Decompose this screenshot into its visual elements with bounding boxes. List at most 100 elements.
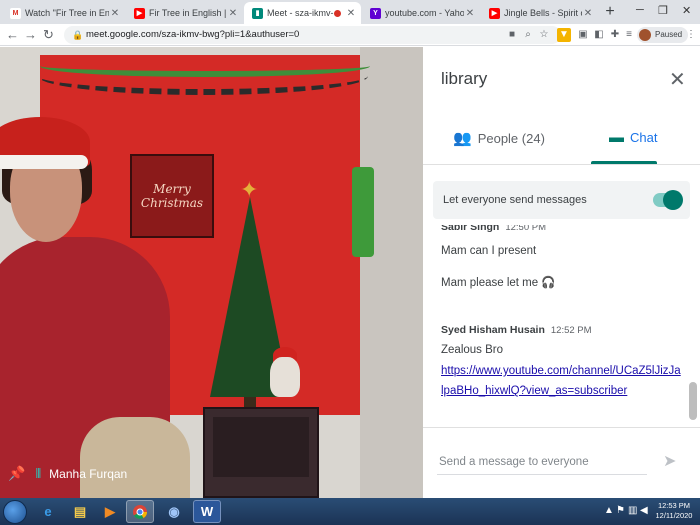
network-icon[interactable]: ▥ xyxy=(628,505,637,516)
close-tab-icon[interactable]: ✕ xyxy=(109,8,121,19)
camera-icon[interactable]: ■ xyxy=(505,28,519,42)
participant-video: Merry Christmas ✦ 📌 ⦀ Manha Furqan xyxy=(0,47,423,498)
message-text: Mam please let me 🎧 xyxy=(441,277,556,289)
close-tab-icon[interactable]: ✕ xyxy=(582,8,594,19)
close-tab-icon[interactable]: ✕ xyxy=(227,8,239,19)
tab-chat-label: Chat xyxy=(630,130,658,145)
message-sender: Sabir Singh 12:50 PM xyxy=(441,225,546,233)
youtube-icon: ▶ xyxy=(134,7,145,19)
toggle-knob xyxy=(663,190,683,210)
volume-icon[interactable]: ◀ xyxy=(640,505,648,516)
video-background xyxy=(352,167,374,257)
divider xyxy=(423,427,700,428)
video-background xyxy=(360,47,423,498)
minimize-icon[interactable]: ─ xyxy=(636,4,644,16)
tab-people[interactable]: 👥 People (24) xyxy=(453,129,545,147)
side-panel: library ✕ 👥 People (24) ▬ Chat Let every… xyxy=(423,47,700,498)
close-tab-icon[interactable]: ✕ xyxy=(464,8,476,19)
participant-name-tag: 📌 ⦀ Manha Furqan xyxy=(8,465,127,482)
address-bar[interactable]: 🔒 meet.google.com/sza-ikmv-bwg?pli=1&aut… xyxy=(64,26,561,44)
participant-person xyxy=(80,417,190,498)
divider xyxy=(423,164,700,165)
start-button[interactable] xyxy=(3,500,27,524)
meet-icon: ▮ xyxy=(252,7,263,19)
message-text: Mam can I present xyxy=(441,245,537,257)
panel-title: library xyxy=(441,69,488,88)
search-icon[interactable]: ⌕ xyxy=(521,28,535,42)
yahoo-icon: Y xyxy=(370,7,381,19)
send-icon[interactable]: ➤ xyxy=(663,451,676,471)
participant-person xyxy=(0,155,88,169)
toggle-label: Let everyone send messages xyxy=(443,194,587,206)
extension-icon[interactable]: ▣ xyxy=(576,28,590,42)
sender-name: Sabir Singh xyxy=(441,225,500,233)
message-time: 12:52 PM xyxy=(550,325,592,336)
extension-icon[interactable]: ◧ xyxy=(592,28,606,42)
people-icon: 👥 xyxy=(453,130,472,147)
tab-title: Watch "Fir Tree in English | Stori xyxy=(25,8,109,18)
santa-figure xyxy=(270,357,300,397)
send-messages-setting: Let everyone send messages xyxy=(433,181,690,219)
browser-tab-1[interactable]: M Watch "Fir Tree in English | Stori ✕ xyxy=(2,2,125,24)
chat-scrollbar[interactable] xyxy=(689,382,697,420)
message-sender: Syed Hisham Husain 12:52 PM xyxy=(441,324,592,336)
media-player-icon[interactable]: ▶ xyxy=(96,500,124,523)
youtube-icon: ▶ xyxy=(489,7,500,19)
browser-tab-5[interactable]: ▶ Jingle Bells - Spirit of Love - Chr ✕ xyxy=(481,2,598,24)
maximize-icon[interactable]: ❐ xyxy=(658,4,668,17)
participant-name: Manha Furqan xyxy=(49,466,128,481)
extensions-puzzle-icon[interactable]: ✚ xyxy=(608,28,622,42)
audio-level-icon: ⦀ xyxy=(35,465,42,481)
forward-icon[interactable]: → xyxy=(24,27,37,42)
tab-title: Jingle Bells - Spirit of Love - Chr xyxy=(504,8,582,18)
clock-time: 12:53 PM xyxy=(657,501,691,510)
avatar xyxy=(639,29,651,41)
chat-icon: ▬ xyxy=(609,129,624,146)
url-text: meet.google.com/sza-ikmv-bwg?pli=1&authu… xyxy=(86,29,300,40)
pin-icon[interactable]: 📌 xyxy=(8,465,25,482)
internet-explorer-icon[interactable]: e xyxy=(34,500,62,523)
tab-strip: M Watch "Fir Tree in English | Stori ✕ ▶… xyxy=(0,0,700,24)
profile-button[interactable]: Paused xyxy=(637,27,689,43)
send-messages-toggle[interactable] xyxy=(653,190,683,210)
tab-title: youtube.com - Yahoo India Sea xyxy=(385,8,464,18)
word-icon[interactable]: W xyxy=(193,500,221,523)
tray-arrow-icon[interactable]: ▲ xyxy=(604,505,614,516)
flag-icon[interactable]: ⚑ xyxy=(616,505,625,516)
extension-icon[interactable]: ▼ xyxy=(557,28,571,42)
clock-date: 12/11/2020 xyxy=(655,511,693,520)
browser-tab-4[interactable]: Y youtube.com - Yahoo India Sea ✕ xyxy=(362,2,480,24)
close-window-icon[interactable]: ✕ xyxy=(682,4,691,17)
recording-icon xyxy=(334,9,341,17)
close-icon[interactable]: ✕ xyxy=(669,67,686,92)
message-input[interactable]: Send a message to everyone xyxy=(437,449,647,475)
file-explorer-icon[interactable]: ▤ xyxy=(66,500,94,523)
browser-toolbar: ← → ↻ 🔒 meet.google.com/sza-ikmv-bwg?pli… xyxy=(0,24,700,46)
message-link[interactable]: https://www.youtube.com/channel/UCaZ5lJi… xyxy=(441,361,681,401)
reload-icon[interactable]: ↻ xyxy=(43,27,54,43)
windows-taskbar: e ▤ ▶ ◉ W ▲ ⚑ ▥ ◀ 12:53 PM 12/11/2020 xyxy=(0,498,700,525)
message-text: Zealous Bro xyxy=(441,344,504,356)
app-icon[interactable]: ◉ xyxy=(160,500,188,523)
browser-tab-2[interactable]: ▶ Fir Tree in English | Stories for T ✕ xyxy=(126,2,243,24)
tab-chat[interactable]: ▬ Chat xyxy=(609,129,657,146)
menu-icon[interactable]: ⋮ xyxy=(684,28,698,42)
sender-name: Syed Hisham Husain xyxy=(441,324,545,336)
gmail-icon: M xyxy=(10,7,21,19)
lock-icon: 🔒 xyxy=(72,30,84,40)
merry-christmas-poster: Merry Christmas xyxy=(130,154,214,238)
chrome-icon[interactable] xyxy=(126,500,154,523)
browser-tab-3-active[interactable]: ▮ Meet - sza-ikmv-bwg ✕ xyxy=(244,2,361,24)
video-background xyxy=(213,417,309,477)
profile-status: Paused xyxy=(655,30,683,39)
chat-messages[interactable]: Sabir Singh 12:50 PM Mam can I present Ma… xyxy=(423,225,700,425)
close-tab-icon[interactable]: ✕ xyxy=(345,8,357,19)
system-clock[interactable]: 12:53 PM 12/11/2020 xyxy=(652,501,696,521)
back-icon[interactable]: ← xyxy=(6,27,19,42)
tab-title: Meet - sza-ikmv-bwg xyxy=(267,8,334,18)
message-time: 12:50 PM xyxy=(505,225,547,233)
video-background xyxy=(38,57,368,95)
new-tab-button[interactable]: + xyxy=(600,3,620,23)
bookmark-star-icon[interactable]: ☆ xyxy=(537,28,551,42)
media-icon[interactable]: ≡ xyxy=(622,28,636,42)
